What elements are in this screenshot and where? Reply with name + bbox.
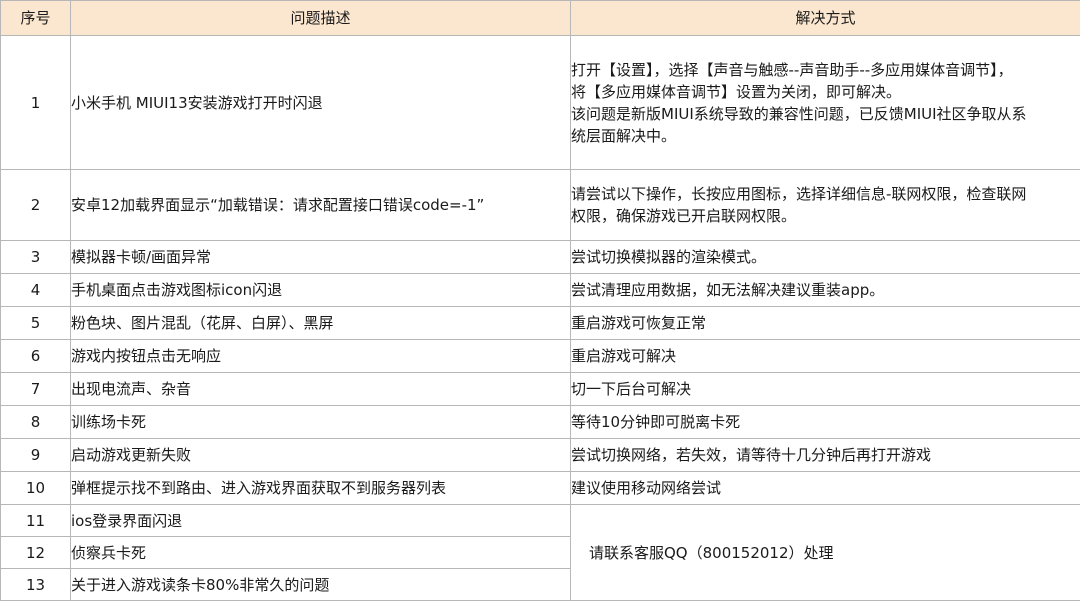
row-number: 3	[0, 240, 71, 274]
row-number: 9	[0, 438, 71, 472]
solution-line: 统层面解决中。	[571, 126, 677, 145]
table-row: 5 粉色块、图片混乱（花屏、白屏）、黑屏 重启游戏可恢复正常	[0, 306, 1080, 340]
row-number: 13	[0, 568, 71, 601]
row-description: 粉色块、图片混乱（花屏、白屏）、黑屏	[70, 306, 571, 340]
header-sol: 解决方式	[570, 0, 1080, 36]
row-solution: 打开【设置】，选择【声音与触感--声音助手--多应用媒体音调节】， 将【多应用媒…	[570, 35, 1080, 170]
row-solution: 等待10分钟即可脱离卡死	[570, 405, 1080, 439]
row-number: 2	[0, 169, 71, 241]
row-description: 出现电流声、杂音	[70, 372, 571, 406]
row-number: 11	[0, 504, 71, 537]
row-description: 小米手机 MIUI13安装游戏打开时闪退	[70, 35, 571, 170]
table-header-row: 序号 问题描述 解决方式	[0, 0, 1080, 36]
row-description: ios登录界面闪退	[70, 504, 571, 537]
row-solution: 重启游戏可恢复正常	[570, 306, 1080, 340]
row-description: 训练场卡死	[70, 405, 571, 439]
row-solution: 切一下后台可解决	[570, 372, 1080, 406]
row-description: 关于进入游戏读条卡80%非常久的问题	[70, 568, 571, 601]
faq-table: 序号 问题描述 解决方式 1 小米手机 MIUI13安装游戏打开时闪退 打开【设…	[0, 0, 1080, 601]
row-number: 5	[0, 306, 71, 340]
row-number: 12	[0, 536, 71, 569]
solution-line: 打开【设置】，选择【声音与触感--声音助手--多应用媒体音调节】，	[571, 60, 1013, 79]
row-description: 启动游戏更新失败	[70, 438, 571, 472]
row-number: 8	[0, 405, 71, 439]
row-solution: 请尝试以下操作，长按应用图标，选择详细信息-联网权限，检查联网 权限，确保游戏已…	[570, 169, 1080, 241]
row-solution: 尝试切换模拟器的渲染模式。	[570, 240, 1080, 274]
table-row: 4 手机桌面点击游戏图标icon闪退 尝试清理应用数据，如无法解决建议重装app…	[0, 273, 1080, 307]
table-row: 11 ios登录界面闪退 请联系客服QQ（800152012）处理	[0, 504, 1080, 601]
table-row: 6 游戏内按钮点击无响应 重启游戏可解决	[0, 339, 1080, 373]
solution-line: 请尝试以下操作，长按应用图标，选择详细信息-联网权限，检查联网	[571, 185, 1027, 203]
row-number: 6	[0, 339, 71, 373]
table-row: 9 启动游戏更新失败 尝试切换网络，若失效，请等待十几分钟后再打开游戏	[0, 438, 1080, 472]
row-number: 1	[0, 35, 71, 170]
row-solution: 建议使用移动网络尝试	[570, 471, 1080, 505]
table-row: 10 弹框提示找不到路由、进入游戏界面获取不到服务器列表 建议使用移动网络尝试	[0, 471, 1080, 505]
row-number: 7	[0, 372, 71, 406]
row-number: 10	[0, 471, 71, 505]
row-solution: 尝试切换网络，若失效，请等待十几分钟后再打开游戏	[570, 438, 1080, 472]
header-no: 序号	[0, 0, 71, 36]
row-description: 游戏内按钮点击无响应	[70, 339, 571, 373]
table-row: 3 模拟器卡顿/画面异常 尝试切换模拟器的渲染模式。	[0, 240, 1080, 274]
row-solution: 尝试清理应用数据，如无法解决建议重装app。	[570, 273, 1080, 307]
row-description: 安卓12加载界面显示“加载错误：请求配置接口错误code=-1”	[70, 169, 571, 241]
row-description: 手机桌面点击游戏图标icon闪退	[70, 273, 571, 307]
solution-line: 将【多应用媒体音调节】设置为关闭，即可解决。	[571, 82, 902, 101]
table-row: 7 出现电流声、杂音 切一下后台可解决	[0, 372, 1080, 406]
solution-line: 该问题是新版MIUI系统导致的兼容性问题，已反馈MIUI社区争取从系	[571, 104, 1027, 123]
merged-solution: 请联系客服QQ（800152012）处理	[570, 504, 1080, 601]
row-description: 模拟器卡顿/画面异常	[70, 240, 571, 274]
table-row: 1 小米手机 MIUI13安装游戏打开时闪退 打开【设置】，选择【声音与触感--…	[0, 35, 1080, 170]
row-description: 弹框提示找不到路由、进入游戏界面获取不到服务器列表	[70, 471, 571, 505]
row-number: 4	[0, 273, 71, 307]
solution-line: 权限，确保游戏已开启联网权限。	[571, 207, 797, 225]
row-description: 侦察兵卡死	[70, 536, 571, 569]
header-desc: 问题描述	[70, 0, 571, 36]
table-row: 8 训练场卡死 等待10分钟即可脱离卡死	[0, 405, 1080, 439]
table-row: 2 安卓12加载界面显示“加载错误：请求配置接口错误code=-1” 请尝试以下…	[0, 169, 1080, 241]
row-solution: 重启游戏可解决	[570, 339, 1080, 373]
